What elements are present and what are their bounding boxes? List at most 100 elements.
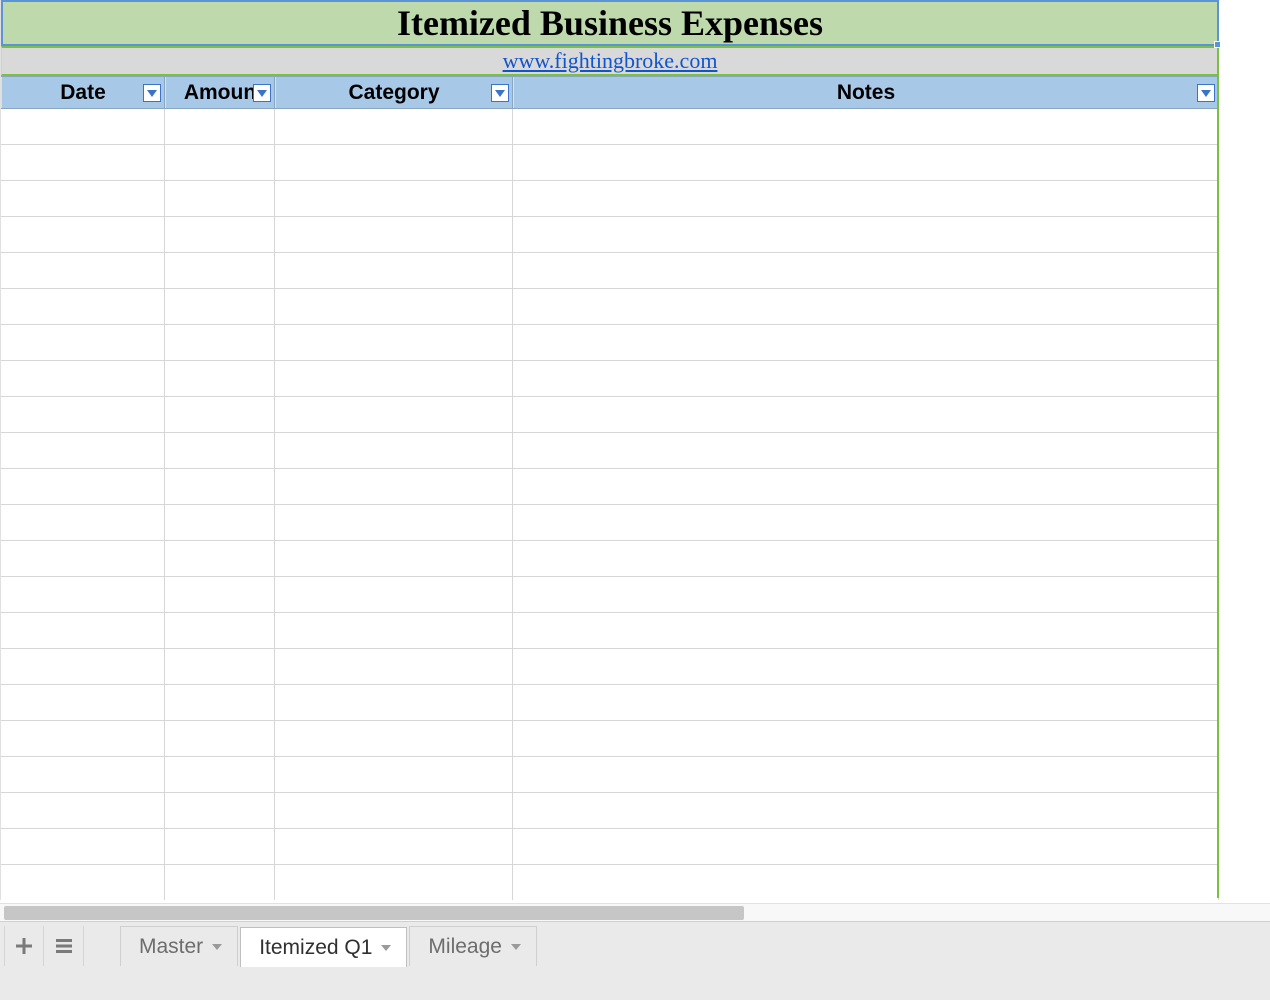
- cell[interactable]: [275, 613, 513, 648]
- cell[interactable]: [275, 361, 513, 396]
- table-row[interactable]: [1, 289, 1219, 325]
- table-row[interactable]: [1, 469, 1219, 505]
- cell[interactable]: [275, 145, 513, 180]
- cell[interactable]: [165, 757, 275, 792]
- table-row[interactable]: [1, 541, 1219, 577]
- cell[interactable]: [513, 289, 1219, 324]
- cell[interactable]: [275, 757, 513, 792]
- sheet-tab-menu-button[interactable]: [510, 942, 522, 952]
- cell[interactable]: [165, 181, 275, 216]
- cell[interactable]: [1, 649, 165, 684]
- cell[interactable]: [513, 721, 1219, 756]
- sheet-tab-itemized-q1[interactable]: Itemized Q1: [240, 927, 407, 967]
- cell[interactable]: [1, 361, 165, 396]
- cell[interactable]: [165, 397, 275, 432]
- table-row[interactable]: [1, 757, 1219, 793]
- cell[interactable]: [1, 217, 165, 252]
- cell[interactable]: [1, 397, 165, 432]
- cell[interactable]: [513, 181, 1219, 216]
- cell[interactable]: [1, 145, 165, 180]
- cell[interactable]: [513, 217, 1219, 252]
- cell[interactable]: [165, 613, 275, 648]
- cell[interactable]: [165, 649, 275, 684]
- all-sheets-button[interactable]: [44, 926, 84, 966]
- cell[interactable]: [1, 577, 165, 612]
- cell[interactable]: [513, 361, 1219, 396]
- cell[interactable]: [1, 613, 165, 648]
- cell[interactable]: [275, 325, 513, 360]
- cell[interactable]: [275, 721, 513, 756]
- cell[interactable]: [513, 109, 1219, 144]
- cell[interactable]: [1, 325, 165, 360]
- cell[interactable]: [275, 397, 513, 432]
- table-row[interactable]: [1, 361, 1219, 397]
- filter-button[interactable]: [253, 84, 271, 102]
- selection-handle[interactable]: [1214, 41, 1221, 48]
- table-row[interactable]: [1, 685, 1219, 721]
- cell[interactable]: [1, 829, 165, 864]
- table-row[interactable]: [1, 433, 1219, 469]
- table-row[interactable]: [1, 181, 1219, 217]
- filter-button[interactable]: [1197, 84, 1215, 102]
- cell[interactable]: [275, 505, 513, 540]
- column-header-date[interactable]: Date: [1, 77, 165, 108]
- cell[interactable]: [275, 541, 513, 576]
- cell[interactable]: [1, 433, 165, 468]
- add-sheet-button[interactable]: [4, 926, 44, 966]
- cell[interactable]: [275, 109, 513, 144]
- cell[interactable]: [275, 433, 513, 468]
- table-row[interactable]: [1, 829, 1219, 865]
- cell[interactable]: [1, 181, 165, 216]
- filter-button[interactable]: [491, 84, 509, 102]
- filter-button[interactable]: [143, 84, 161, 102]
- cell[interactable]: [165, 793, 275, 828]
- cell[interactable]: [275, 685, 513, 720]
- cell[interactable]: [513, 145, 1219, 180]
- cell[interactable]: [165, 577, 275, 612]
- cell[interactable]: [513, 541, 1219, 576]
- table-row[interactable]: [1, 397, 1219, 433]
- column-header-amount[interactable]: Amoun: [165, 77, 275, 108]
- cell[interactable]: [1, 865, 165, 900]
- cell[interactable]: [165, 289, 275, 324]
- table-row[interactable]: [1, 865, 1219, 900]
- table-row[interactable]: [1, 109, 1219, 145]
- cell[interactable]: [513, 325, 1219, 360]
- website-link[interactable]: www.fightingbroke.com: [503, 48, 718, 74]
- cell[interactable]: [513, 757, 1219, 792]
- cell[interactable]: [165, 865, 275, 900]
- table-row[interactable]: [1, 145, 1219, 181]
- cell[interactable]: [165, 829, 275, 864]
- table-row[interactable]: [1, 721, 1219, 757]
- table-row[interactable]: [1, 793, 1219, 829]
- cell[interactable]: [1, 685, 165, 720]
- cell[interactable]: [1, 289, 165, 324]
- cell[interactable]: [513, 829, 1219, 864]
- cell[interactable]: [1, 721, 165, 756]
- cell[interactable]: [1, 109, 165, 144]
- cell[interactable]: [513, 865, 1219, 900]
- cell[interactable]: [1, 469, 165, 504]
- cell[interactable]: [165, 721, 275, 756]
- table-row[interactable]: [1, 217, 1219, 253]
- cell[interactable]: [275, 253, 513, 288]
- cell[interactable]: [165, 217, 275, 252]
- horizontal-scrollbar[interactable]: [0, 903, 1270, 921]
- cell[interactable]: [513, 613, 1219, 648]
- table-row[interactable]: [1, 649, 1219, 685]
- cell[interactable]: [275, 577, 513, 612]
- cell[interactable]: [165, 253, 275, 288]
- cell[interactable]: [513, 685, 1219, 720]
- cell[interactable]: [165, 469, 275, 504]
- column-header-category[interactable]: Category: [275, 77, 513, 108]
- cell[interactable]: [513, 577, 1219, 612]
- cell[interactable]: [165, 145, 275, 180]
- horizontal-scrollbar-thumb[interactable]: [4, 906, 744, 920]
- cell[interactable]: [513, 397, 1219, 432]
- table-row[interactable]: [1, 325, 1219, 361]
- cell[interactable]: [513, 505, 1219, 540]
- cell[interactable]: [275, 649, 513, 684]
- cell[interactable]: [165, 361, 275, 396]
- cell[interactable]: [513, 793, 1219, 828]
- cell[interactable]: [1, 541, 165, 576]
